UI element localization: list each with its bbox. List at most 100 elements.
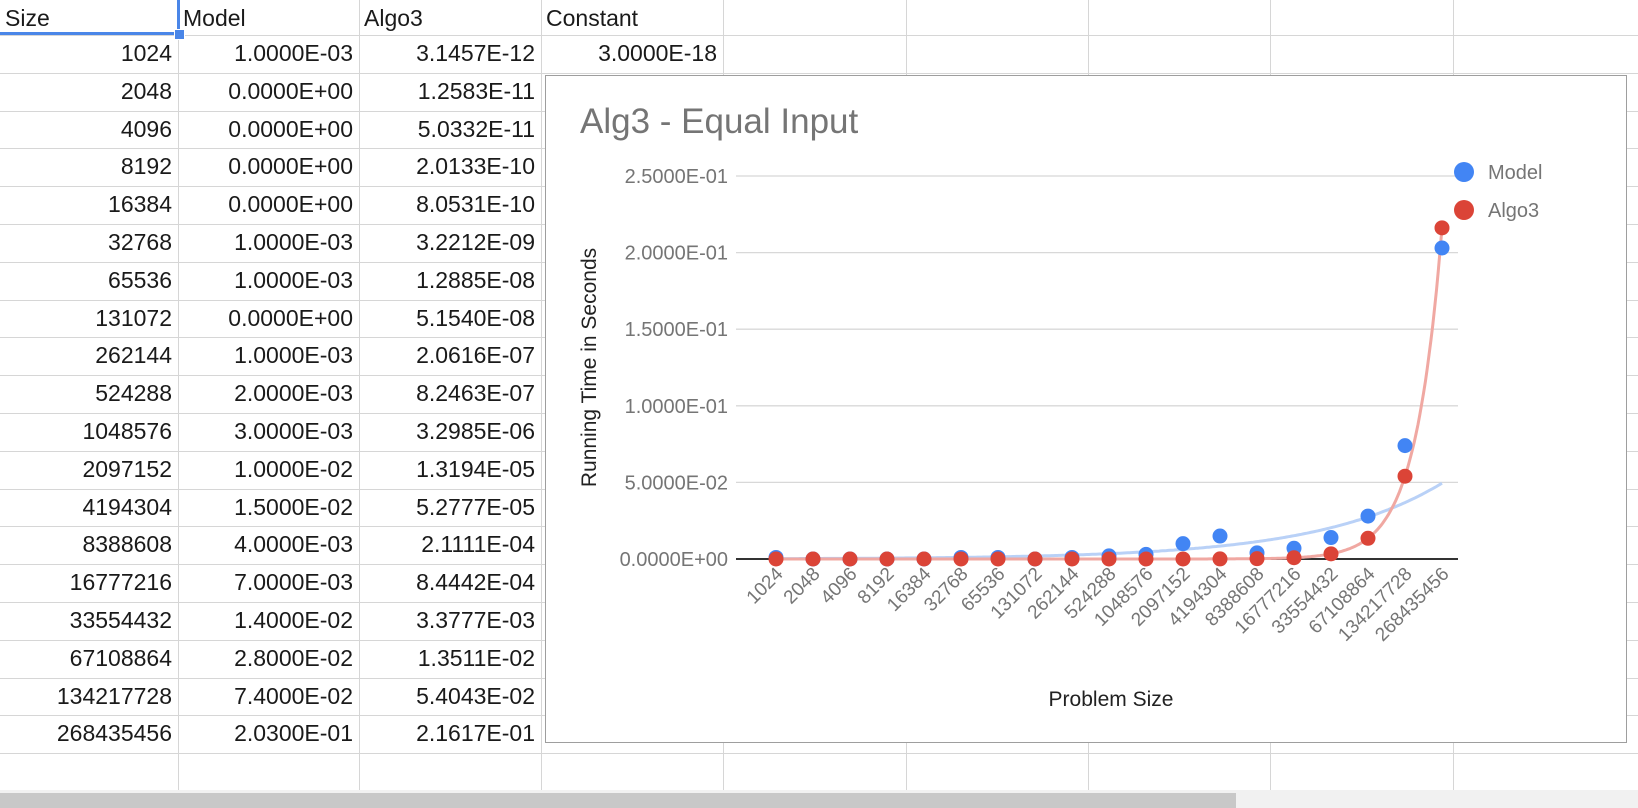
data-cell[interactable]: 3.2985E-06: [359, 413, 541, 450]
data-cell[interactable]: 5.2777E-05: [359, 489, 541, 526]
data-point-model: [1212, 528, 1228, 544]
data-point-algo3: [953, 551, 969, 567]
data-cell[interactable]: 8.4442E-04: [359, 564, 541, 601]
data-point-algo3: [879, 551, 895, 567]
data-cell[interactable]: 7.0000E-03: [178, 564, 359, 601]
data-cell[interactable]: 3.2212E-09: [359, 224, 541, 261]
chart-plot: 0.0000E+00 5.0000E-02 1.0000E-01 1.5000E-01…: [578, 162, 1542, 711]
data-cell[interactable]: 1048576: [0, 413, 178, 450]
y-tick-label: 0.0000E+00: [620, 549, 728, 571]
data-cell[interactable]: 3.1457E-12: [359, 35, 541, 72]
x-tick-label: 2048: [780, 564, 825, 609]
data-cell[interactable]: 32768: [0, 224, 178, 261]
data-cell[interactable]: 1.0000E-03: [178, 337, 359, 374]
data-cell[interactable]: 2.0616E-07: [359, 337, 541, 374]
data-point-algo3: [805, 551, 821, 567]
data-cell[interactable]: 1.3194E-05: [359, 451, 541, 488]
data-cell[interactable]: 0.0000E+00: [178, 148, 359, 185]
data-cell[interactable]: 1.0000E-03: [178, 35, 359, 72]
data-point-algo3: [768, 551, 784, 567]
data-point-algo3: [1027, 551, 1043, 567]
data-cell[interactable]: 524288: [0, 375, 178, 412]
data-cell[interactable]: 1.0000E-02: [178, 451, 359, 488]
data-cell[interactable]: 0.0000E+00: [178, 300, 359, 337]
data-point-algo3: [1101, 551, 1117, 567]
data-point-model: [1360, 508, 1376, 524]
data-cell[interactable]: 8388608: [0, 526, 178, 563]
data-point-algo3: [1175, 551, 1191, 567]
data-cell[interactable]: 4194304: [0, 489, 178, 526]
data-cell[interactable]: 1.4000E-02: [178, 602, 359, 639]
data-cell[interactable]: 8.2463E-07: [359, 375, 541, 412]
data-point-algo3: [1434, 220, 1450, 236]
data-cell[interactable]: 8.0531E-10: [359, 186, 541, 223]
header-cell[interactable]: Constant: [541, 0, 723, 37]
data-cell[interactable]: 5.1540E-08: [359, 300, 541, 337]
data-cell[interactable]: 1.5000E-02: [178, 489, 359, 526]
x-tick-label: 1024: [743, 563, 788, 608]
data-cell[interactable]: 5.4043E-02: [359, 678, 541, 715]
grid-line: [0, 753, 1638, 754]
data-cell[interactable]: 134217728: [0, 678, 178, 715]
data-cell[interactable]: 16777216: [0, 564, 178, 601]
data-cell[interactable]: 2.0133E-10: [359, 148, 541, 185]
data-point-algo3: [990, 551, 1006, 567]
data-cell[interactable]: 4.0000E-03: [178, 526, 359, 563]
header-cell[interactable]: Algo3: [359, 0, 541, 37]
data-cell[interactable]: 1.0000E-03: [178, 262, 359, 299]
data-point-model: [1434, 240, 1450, 256]
data-cell[interactable]: 3.3777E-03: [359, 602, 541, 639]
header-cell[interactable]: Model: [178, 0, 359, 37]
data-cell[interactable]: 8192: [0, 148, 178, 185]
data-cell[interactable]: 131072: [0, 300, 178, 337]
data-cell[interactable]: 268435456: [0, 715, 178, 752]
data-point-algo3: [1064, 551, 1080, 567]
trendline-algo3: [776, 227, 1444, 561]
data-cell[interactable]: 2.8000E-02: [178, 640, 359, 677]
data-point-algo3: [916, 551, 932, 567]
data-cell[interactable]: 33554432: [0, 602, 178, 639]
data-point-algo3: [1138, 551, 1154, 567]
legend-label-algo3: Algo3: [1488, 200, 1539, 222]
data-cell[interactable]: 16384: [0, 186, 178, 223]
data-cell[interactable]: 2048: [0, 73, 178, 110]
data-cell[interactable]: 0.0000E+00: [178, 186, 359, 223]
data-cell[interactable]: 7.4000E-02: [178, 678, 359, 715]
data-point-algo3: [1249, 551, 1265, 567]
data-cell[interactable]: 2.1617E-01: [359, 715, 541, 752]
data-cell[interactable]: 2.0300E-01: [178, 715, 359, 752]
data-point-model: [1175, 536, 1191, 552]
data-cell[interactable]: 1.3511E-02: [359, 640, 541, 677]
legend-label-model: Model: [1488, 162, 1542, 184]
data-cell[interactable]: 3.0000E-18: [541, 35, 723, 72]
data-point-algo3: [1323, 546, 1339, 562]
data-cell[interactable]: 67108864: [0, 640, 178, 677]
y-axis-title: Running Time in Seconds: [578, 248, 601, 487]
data-cell[interactable]: 4096: [0, 111, 178, 148]
y-tick-label: 5.0000E-02: [625, 472, 728, 494]
scrollbar-thumb[interactable]: [0, 793, 1236, 808]
chart-panel[interactable]: Alg3 - Equal Input 0.0000E+00 5.0000E-02 1…: [545, 75, 1627, 743]
data-cell[interactable]: 1.2885E-08: [359, 262, 541, 299]
data-cell[interactable]: 2.1111E-04: [359, 526, 541, 563]
data-point-algo3: [1397, 468, 1413, 484]
data-cell[interactable]: 262144: [0, 337, 178, 374]
data-cell[interactable]: 5.0332E-11: [359, 111, 541, 148]
data-cell[interactable]: 3.0000E-03: [178, 413, 359, 450]
data-cell[interactable]: 2097152: [0, 451, 178, 488]
data-point-model: [1397, 438, 1413, 454]
data-cell[interactable]: 1.2583E-11: [359, 73, 541, 110]
data-cell[interactable]: 1.0000E-03: [178, 224, 359, 261]
data-cell[interactable]: 2.0000E-03: [178, 375, 359, 412]
data-cell[interactable]: 65536: [0, 262, 178, 299]
data-point-algo3: [842, 551, 858, 567]
legend-marker-algo3: [1454, 200, 1474, 220]
data-cell[interactable]: 0.0000E+00: [178, 111, 359, 148]
data-point-algo3: [1212, 551, 1228, 567]
cell-selection: [0, 0, 180, 35]
data-point-model: [1323, 530, 1339, 546]
data-cell[interactable]: 1024: [0, 35, 178, 72]
fill-handle[interactable]: [174, 29, 185, 40]
data-cell[interactable]: 0.0000E+00: [178, 73, 359, 110]
y-tick-label: 2.0000E-01: [625, 243, 728, 265]
